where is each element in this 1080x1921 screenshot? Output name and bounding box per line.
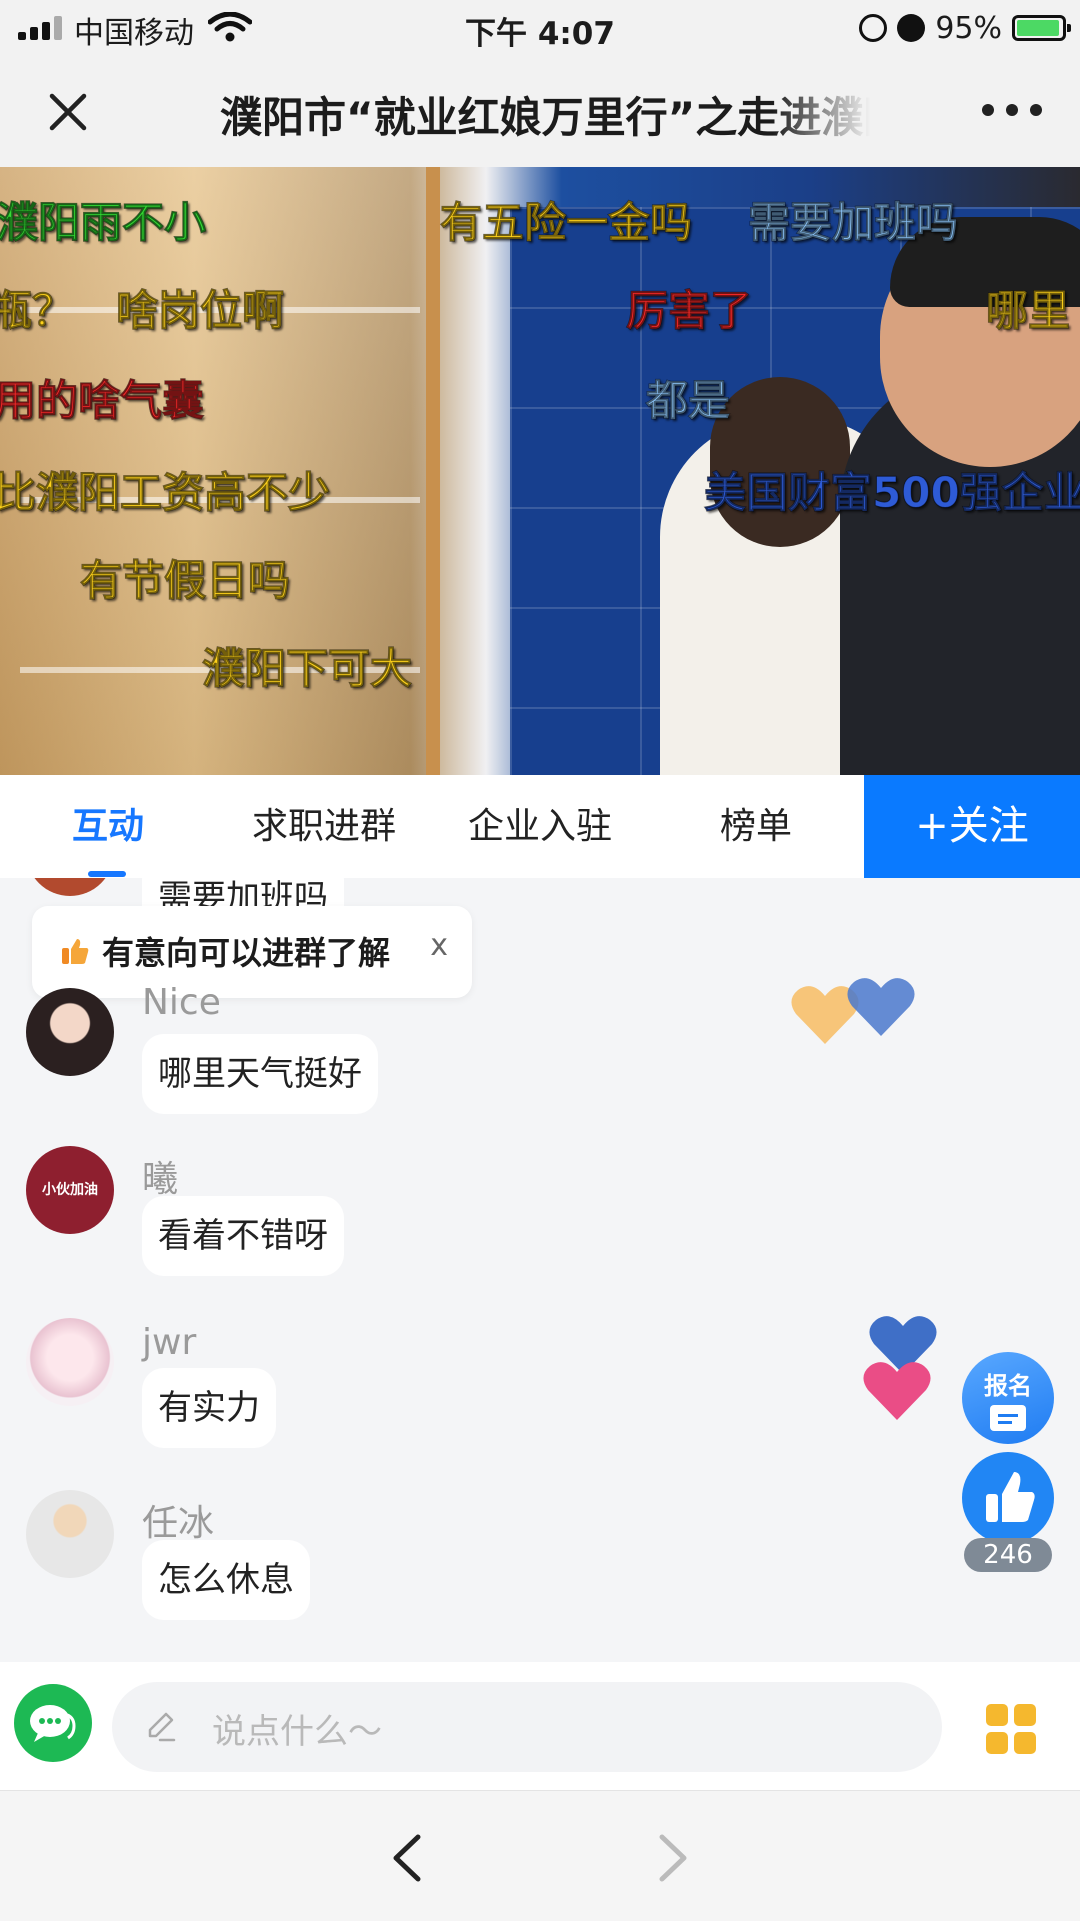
pencil-icon — [148, 1712, 176, 1742]
danmaku-comment: 有五险一金吗 — [439, 198, 693, 248]
tip-banner: 有意向可以进群了解 x — [32, 906, 472, 998]
sign-up-label: 报名 — [984, 1372, 1032, 1400]
live-video[interactable]: 濮阳雨不小 有五险一金吗 需要加班吗 瓶？ 啥岗位啊 厉害了 哪里 用的啥气囊 … — [0, 167, 1080, 775]
danmaku-comment: 都是 — [645, 376, 731, 426]
close-icon[interactable] — [40, 84, 96, 140]
chat-button[interactable] — [14, 1684, 92, 1762]
danmaku-comment: 厉害了 — [625, 286, 753, 336]
rotation-lock-icon — [859, 14, 888, 42]
follow-button[interactable]: +关注 — [864, 775, 1080, 878]
avatar[interactable]: 小伙加油 — [26, 1146, 114, 1234]
avatar[interactable] — [26, 1318, 114, 1406]
like-button[interactable] — [962, 1452, 1054, 1544]
thumbs-up-icon — [986, 1472, 1035, 1522]
apps-grid-icon[interactable] — [986, 1704, 1036, 1754]
tab-ranking[interactable]: 榜单 — [648, 775, 864, 878]
danmaku-comment: 用的啥气囊 — [0, 376, 205, 426]
danmaku-comment: 哪里 — [985, 286, 1071, 336]
comment-placeholder: 说点什么～ — [212, 1712, 382, 1752]
username: jwr — [142, 1322, 197, 1363]
heart-icon — [847, 978, 915, 1036]
comment-input[interactable]: 说点什么～ — [112, 1682, 942, 1772]
username: 任冰 — [142, 1503, 215, 1544]
forward-arrow-icon[interactable] — [652, 1833, 692, 1883]
comment-bar: 说点什么～ — [0, 1662, 1080, 1790]
presenter-man — [840, 217, 1080, 775]
sign-up-button[interactable]: 报名 — [962, 1352, 1054, 1444]
battery-percent: 95% — [935, 10, 1002, 46]
heart-icon — [863, 1362, 931, 1420]
avatar — [26, 878, 114, 896]
battery-icon — [1012, 15, 1071, 41]
username: Nice — [142, 982, 221, 1023]
page-title: 濮阳市“就业红娘万里行”之走进濮阳 — [220, 93, 870, 142]
alarm-icon — [897, 14, 926, 42]
tab-interaction[interactable]: 互动 — [0, 775, 216, 878]
browser-nav-bar — [0, 1790, 1080, 1921]
message-bubble: 看着不错呀 — [142, 1196, 344, 1276]
danmaku-comment: 需要加班吗 — [747, 198, 959, 248]
tab-company-join[interactable]: 企业入驻 — [432, 775, 648, 878]
more-icon[interactable] — [982, 104, 1042, 120]
tab-active-indicator — [88, 871, 126, 877]
tab-bar: 互动 求职进群 企业入驻 榜单 +关注 — [0, 775, 1080, 878]
nav-bar: 濮阳市“就业红娘万里行”之走进濮阳 — [0, 56, 1080, 167]
tip-close-button[interactable]: x — [430, 928, 448, 963]
danmaku-comment: 比濮阳工资高不少 — [0, 468, 331, 518]
like-count: 246 — [964, 1538, 1052, 1572]
chat-bubble-icon — [30, 1705, 76, 1742]
danmaku-comment: 瓶？ — [0, 286, 75, 336]
avatar[interactable] — [26, 988, 114, 1076]
message-bubble: 怎么休息 — [142, 1540, 310, 1620]
status-bar: 中国移动 下午 4:07 95% — [0, 0, 1080, 56]
tip-text: 有意向可以进群了解 — [102, 934, 391, 972]
danmaku-comment: 美国财富500强企业 — [704, 468, 1080, 518]
danmaku-comment: 啥岗位啊 — [115, 286, 285, 336]
chat-list[interactable]: 需要加班吗 有意向可以进群了解 x Nice 哪里天气挺好 小伙加油 曦 看着不… — [0, 878, 1080, 1662]
danmaku-comment: 有节假日吗 — [79, 556, 291, 606]
avatar[interactable] — [26, 1490, 114, 1578]
message-bubble: 有实力 — [142, 1368, 276, 1448]
danmaku-comment: 濮阳雨不小 — [0, 198, 207, 248]
username: 曦 — [142, 1159, 179, 1200]
thumbs-up-icon — [62, 939, 89, 964]
back-arrow-icon[interactable] — [388, 1833, 428, 1883]
message-bubble: 哪里天气挺好 — [142, 1034, 378, 1114]
form-icon — [990, 1405, 1026, 1431]
tab-job-group[interactable]: 求职进群 — [216, 775, 432, 878]
danmaku-comment: 濮阳下可大 — [201, 644, 413, 694]
